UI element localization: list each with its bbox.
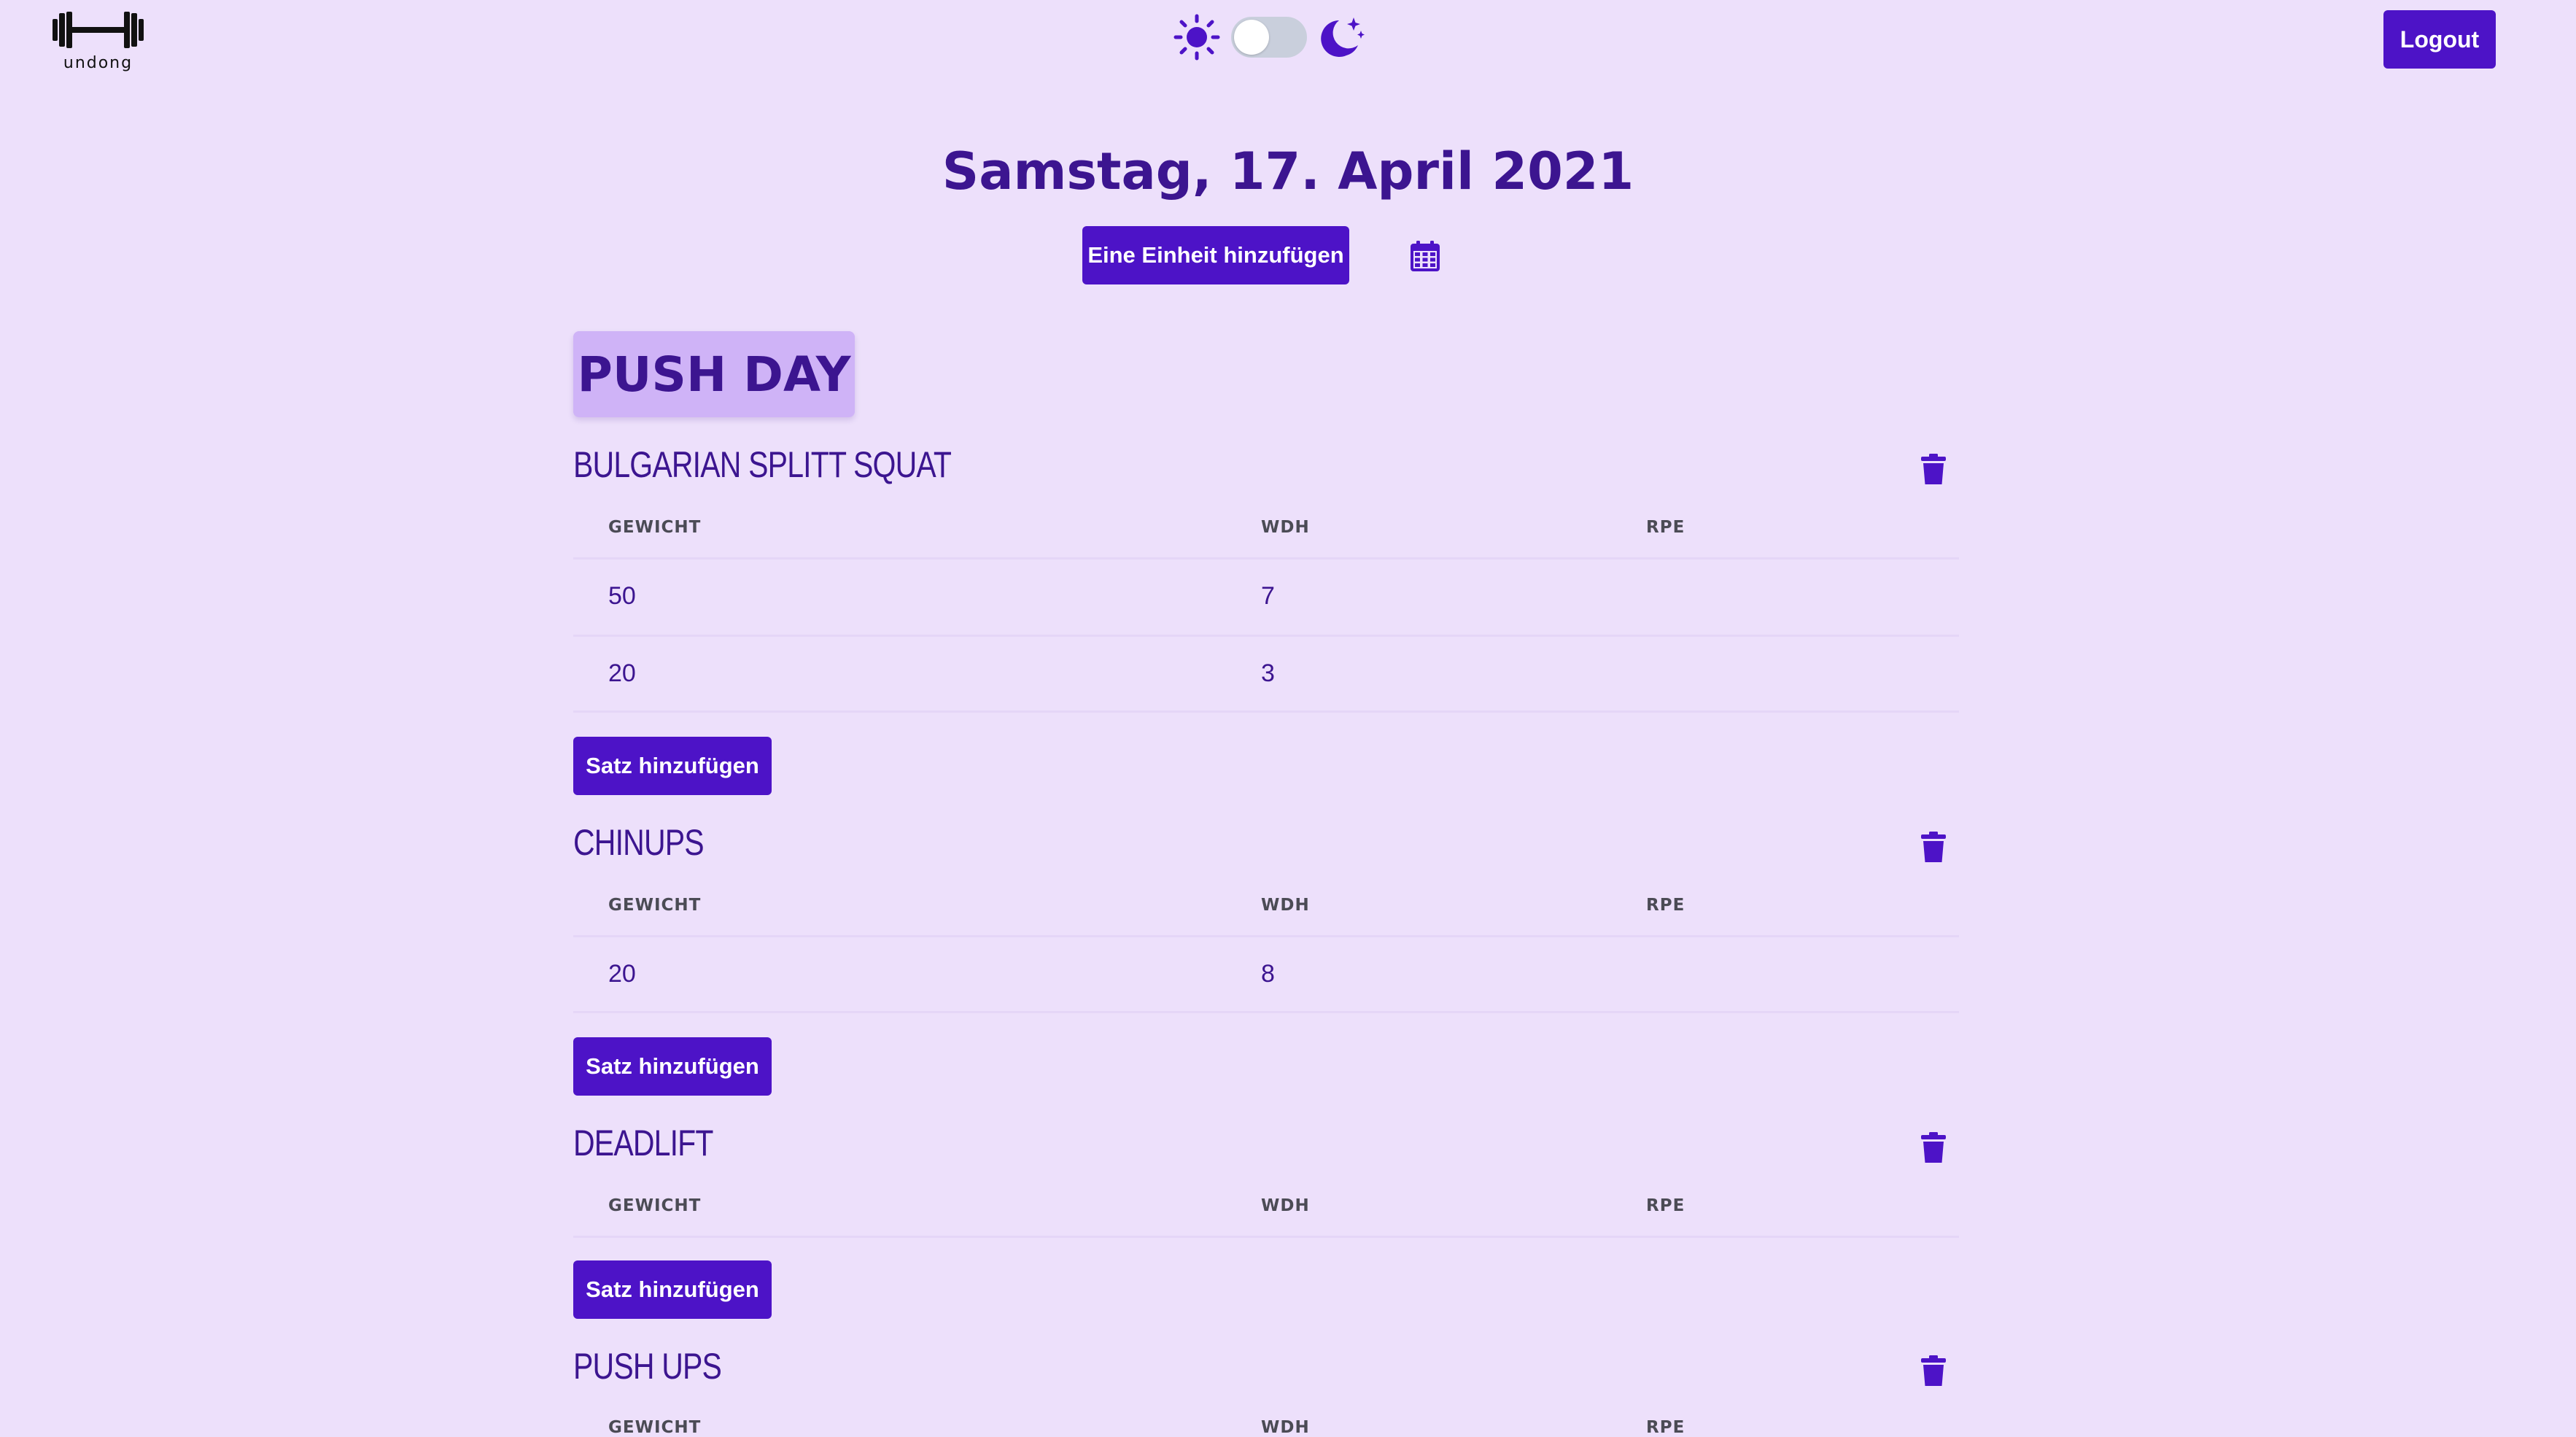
- table-divider: [573, 635, 1959, 637]
- set-weight[interactable]: 20: [608, 960, 636, 988]
- table-divider: [573, 1011, 1959, 1013]
- table-divider: [573, 710, 1959, 713]
- add-set-button[interactable]: Satz hinzufügen: [573, 1037, 772, 1096]
- column-header-gewicht: GEWICHT: [608, 1418, 702, 1437]
- exercise-name: DEADLIFT: [573, 1123, 713, 1163]
- trash-icon[interactable]: [1921, 1132, 1946, 1163]
- set-reps[interactable]: 8: [1261, 960, 1275, 988]
- moon-stars-icon: [1321, 18, 1365, 57]
- logout-button[interactable]: Logout: [2383, 10, 2496, 69]
- column-header-gewicht: GEWICHT: [608, 518, 702, 537]
- set-weight[interactable]: 20: [608, 659, 636, 688]
- table-divider: [573, 935, 1959, 937]
- table-divider: [573, 557, 1959, 559]
- column-header-rpe: RPE: [1646, 896, 1685, 915]
- table-divider: [573, 1236, 1959, 1238]
- set-reps[interactable]: 7: [1261, 582, 1275, 611]
- column-header-wdh: WDH: [1261, 518, 1310, 537]
- column-header-rpe: RPE: [1646, 518, 1685, 537]
- trash-icon[interactable]: [1921, 454, 1946, 484]
- column-header-wdh: WDH: [1261, 896, 1310, 915]
- sun-icon: [1173, 14, 1220, 61]
- column-header-gewicht: GEWICHT: [608, 896, 702, 915]
- column-header-wdh: WDH: [1261, 1196, 1310, 1215]
- logo-text: undong: [63, 54, 133, 72]
- app-page: undong Logout Samstag, 17. April 2021 Ei…: [0, 0, 2576, 1437]
- toggle-knob: [1234, 20, 1269, 55]
- add-set-button[interactable]: Satz hinzufügen: [573, 737, 772, 795]
- add-set-button[interactable]: Satz hinzufügen: [573, 1260, 772, 1319]
- exercise-name: BULGARIAN SPLITT SQUAT: [573, 444, 952, 485]
- exercise-name: CHINUPS: [573, 822, 705, 863]
- calendar-icon[interactable]: [1411, 241, 1440, 271]
- page-title: Samstag, 17. April 2021: [942, 142, 1634, 201]
- workout-title: PUSH DAY: [573, 331, 855, 417]
- set-reps[interactable]: 3: [1261, 659, 1275, 688]
- column-header-gewicht: GEWICHT: [608, 1196, 702, 1215]
- column-header-rpe: RPE: [1646, 1196, 1685, 1215]
- column-header-wdh: WDH: [1261, 1418, 1310, 1437]
- app-logo[interactable]: undong: [53, 7, 144, 73]
- trash-icon[interactable]: [1921, 832, 1946, 862]
- add-unit-button[interactable]: Eine Einheit hinzufügen: [1082, 226, 1349, 284]
- barbell-icon: [53, 12, 144, 48]
- dark-mode-toggle[interactable]: [1231, 17, 1307, 58]
- trash-icon[interactable]: [1921, 1355, 1946, 1386]
- set-weight[interactable]: 50: [608, 582, 636, 611]
- exercise-name: PUSH UPS: [573, 1346, 722, 1387]
- theme-switch: [1173, 12, 1365, 63]
- column-header-rpe: RPE: [1646, 1418, 1685, 1437]
